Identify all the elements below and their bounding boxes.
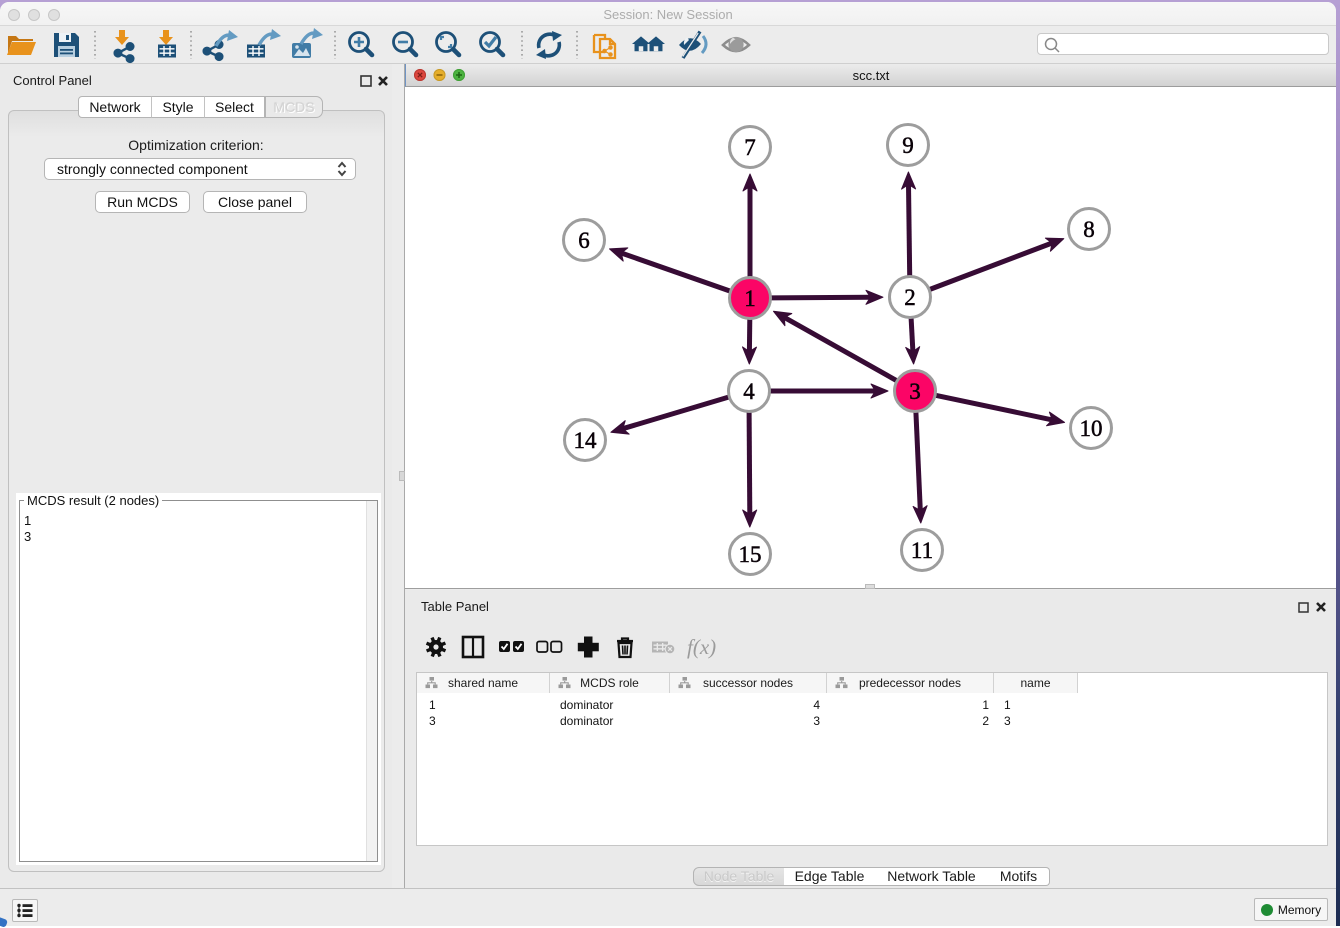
- svg-text:10: 10: [1080, 416, 1103, 441]
- svg-text:14: 14: [574, 428, 598, 453]
- svg-text:9: 9: [902, 133, 914, 158]
- svg-text:f(x): f(x): [687, 635, 716, 659]
- svg-text:15: 15: [739, 542, 762, 567]
- svg-text:2: 2: [904, 285, 916, 310]
- svg-text:1: 1: [744, 286, 756, 311]
- svg-text:7: 7: [744, 135, 756, 160]
- svg-text:3: 3: [909, 379, 921, 404]
- svg-text:6: 6: [578, 228, 590, 253]
- svg-text:4: 4: [743, 379, 755, 404]
- svg-text:8: 8: [1083, 217, 1095, 242]
- svg-text:11: 11: [911, 538, 933, 563]
